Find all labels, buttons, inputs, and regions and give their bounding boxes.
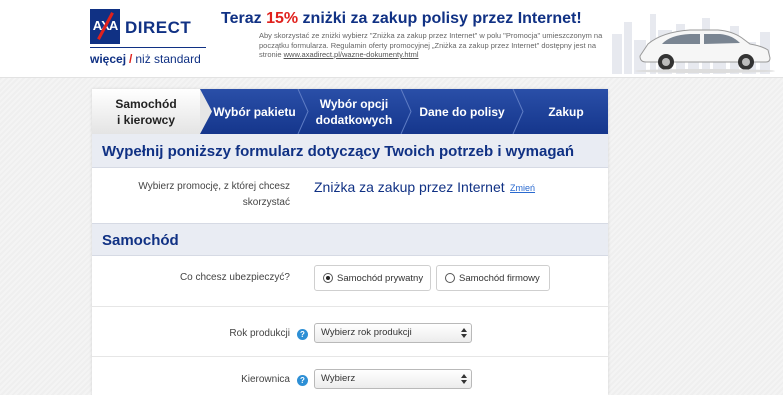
promo-headline-start: Teraz [221, 10, 262, 27]
insure-label: Co chcesz ubezpieczyć? [179, 272, 290, 283]
row-divider [92, 356, 608, 357]
promotion-label-line: skorzystać [242, 197, 290, 208]
step-additional-options[interactable]: Wybór opcji dodatkowych [308, 89, 400, 134]
step-car-and-drivers[interactable]: Samochód i kierowcy [92, 89, 200, 134]
change-promotion-link[interactable]: Zmień [510, 183, 535, 193]
select-arrows-icon [461, 328, 467, 338]
help-icon[interactable]: ? [297, 329, 308, 340]
step-navigation: Samochód i kierowcy Wybór pakietu Wybór … [92, 89, 608, 134]
axa-direct-logo[interactable]: AXA DIRECT więcej/niż standard [90, 9, 206, 69]
steering-select[interactable]: Wybierz [314, 369, 472, 389]
header: AXA DIRECT więcej/niż standard Teraz 15%… [0, 0, 783, 78]
step-package[interactable]: Wybór pakietu [212, 89, 297, 134]
radio-label: Samochód firmowy [459, 272, 540, 284]
step-label: Dane do polisy [419, 104, 505, 119]
step-policy-data[interactable]: Dane do polisy [412, 89, 512, 134]
step-label: dodatkowych [315, 112, 393, 127]
step-label: Wybór opcji [319, 96, 389, 111]
step-label: Wybór pakietu [213, 104, 296, 119]
section-car-header: Samochód [92, 223, 608, 256]
selected-promotion: Zniżka za zakup przez Internet [314, 179, 505, 195]
logo-name: DIRECT [125, 18, 192, 37]
year-select[interactable]: Wybierz rok produkcji [314, 323, 472, 343]
step-label: Samochód [115, 96, 177, 111]
form-title: Wypełnij poniższy formularz dotyczący Tw… [102, 143, 575, 160]
select-arrows-icon [461, 374, 467, 384]
car-skyline-illustration [612, 14, 775, 74]
step-separator [512, 89, 524, 134]
step-separator [200, 89, 212, 134]
form-title-bar: Wypełnij poniższy formularz dotyczący Tw… [92, 134, 608, 168]
steering-select-value: Wybierz [321, 373, 356, 384]
logo-tagline: więcej / niż standard [90, 52, 201, 66]
tagline-slash: / [129, 52, 133, 66]
logo-divider [90, 47, 206, 48]
promotion-label: Wybierz promocję, z której chcesz skorzy… [122, 179, 290, 211]
promo-percent: 15% [266, 10, 299, 27]
radio-indicator [445, 273, 455, 283]
promo-headline-end: zniżki za zakup polisy przez Internet! [302, 10, 582, 27]
tagline-rest: niż standard [135, 52, 201, 66]
step-label: Zakup [548, 104, 584, 119]
row-divider [92, 306, 608, 307]
promo-documents-link[interactable]: www.axadirect.pl/wazne-dokumenty.html [284, 50, 419, 59]
promo-headline: Teraz 15% zniżki za zakup polisy przez I… [221, 10, 582, 28]
form-panel: Samochód i kierowcy Wybór pakietu Wybór … [92, 89, 608, 395]
promotion-label-line: Wybierz promocję, z której chcesz [138, 181, 290, 192]
step-label: i kierowcy [116, 112, 176, 127]
step-purchase[interactable]: Zakup [524, 89, 608, 134]
help-icon[interactable]: ? [297, 375, 308, 386]
promo-description: Aby skorzystać ze zniżki wybierz "Zniżka… [259, 31, 604, 60]
radio-company-car[interactable]: Samochód firmowy [436, 265, 550, 291]
axa-logo-mark: AXA [90, 9, 120, 44]
tagline-bold: więcej [90, 52, 127, 66]
radio-private-car[interactable]: Samochód prywatny [314, 265, 431, 291]
step-separator [400, 89, 412, 134]
year-label: Rok produkcji [229, 328, 290, 339]
radio-indicator-selected [323, 273, 333, 283]
year-select-value: Wybierz rok produkcji [321, 327, 412, 338]
steering-label: Kierownica [241, 374, 290, 385]
section-title: Samochód [102, 232, 179, 249]
radio-label: Samochód prywatny [337, 272, 424, 284]
